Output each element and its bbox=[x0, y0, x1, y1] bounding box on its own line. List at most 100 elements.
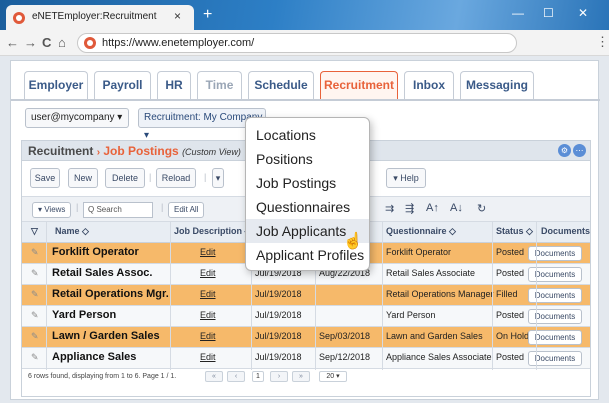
tab-messaging[interactable]: Messaging bbox=[460, 71, 534, 99]
job-name: Retail Operations Mgr. bbox=[52, 288, 169, 300]
settings-icon[interactable]: ⚙ bbox=[558, 144, 571, 157]
filter-icon[interactable]: ▽ bbox=[31, 226, 38, 237]
edit-row-icon[interactable]: ✎ bbox=[31, 247, 39, 258]
tab-employer[interactable]: Employer bbox=[24, 71, 88, 99]
last-page-button: » bbox=[292, 371, 310, 382]
edit-row-icon[interactable]: ✎ bbox=[31, 310, 39, 321]
col-status[interactable]: Status ◇ bbox=[496, 226, 533, 237]
reload-button[interactable]: Reload bbox=[156, 168, 196, 188]
save-button[interactable]: Save bbox=[30, 168, 60, 188]
post-date: Jul/19/2018 bbox=[255, 331, 302, 341]
browser-toolbar: ← → C ⌂ https://www.enetemployer.com/ ⋮ bbox=[0, 30, 609, 56]
job-description-edit-link[interactable]: Edit bbox=[200, 310, 216, 320]
tab-payroll[interactable]: Payroll bbox=[94, 71, 151, 99]
refresh-icon[interactable]: ↻ bbox=[477, 202, 486, 215]
table-row[interactable]: ✎ Appliance Sales Edit Jul/19/2018 Sep/12/20… bbox=[22, 348, 590, 369]
column-divider bbox=[492, 222, 493, 370]
screen: eNETEmployer:Recruitment × + — ☐ ✕ ← → C… bbox=[0, 0, 609, 403]
column-divider bbox=[536, 222, 537, 370]
edit-row-icon[interactable]: ✎ bbox=[31, 289, 39, 300]
status-text: Posted bbox=[496, 247, 525, 257]
menu-item-questionnaires[interactable]: Questionnaires bbox=[246, 195, 369, 219]
edit-row-icon[interactable]: ✎ bbox=[31, 352, 39, 363]
job-description-edit-link[interactable]: Edit bbox=[200, 289, 216, 299]
column-divider bbox=[170, 222, 171, 370]
tab-time: Time bbox=[197, 71, 242, 99]
back-icon[interactable]: ← bbox=[6, 35, 19, 50]
page-size-select[interactable]: 20 ▾ bbox=[319, 371, 347, 382]
menu-item-locations[interactable]: Locations bbox=[246, 123, 369, 147]
align-left-icon[interactable]: ⇉ bbox=[385, 202, 394, 215]
table-row[interactable]: ✎ Yard Person Edit Jul/19/2018 Yard Person Po… bbox=[22, 306, 590, 327]
job-name: Yard Person bbox=[52, 309, 117, 321]
table-row[interactable]: ✎ Lawn / Garden Sales Edit Jul/19/2018 Sep/0… bbox=[22, 327, 590, 348]
toolbar-divider: | bbox=[76, 202, 79, 212]
tab-inbox[interactable]: Inbox bbox=[404, 71, 454, 99]
table-row[interactable]: ✎ Retail Operations Mgr. Edit Jul/19/2018 Re… bbox=[22, 285, 590, 306]
view-label: (Custom View) bbox=[182, 147, 241, 157]
delete-button[interactable]: Delete bbox=[105, 168, 145, 188]
status-text: On Hold bbox=[496, 331, 530, 341]
col-name[interactable]: Name ◇ bbox=[55, 226, 89, 237]
breadcrumb-separator: › bbox=[96, 147, 101, 158]
tab-recruitment[interactable]: Recruitment bbox=[320, 71, 398, 99]
questionnaire-name: Lawn and Garden Sales bbox=[386, 331, 483, 341]
next-page-button: › bbox=[270, 371, 288, 382]
close-button[interactable]: ✕ bbox=[578, 6, 588, 20]
edit-row-icon[interactable]: ✎ bbox=[31, 268, 39, 279]
edit-row-icon[interactable]: ✎ bbox=[31, 331, 39, 342]
tab-schedule[interactable]: Schedule bbox=[248, 71, 314, 99]
tab-close-icon[interactable]: × bbox=[174, 9, 181, 23]
tab-hr[interactable]: HR bbox=[157, 71, 191, 99]
job-description-edit-link[interactable]: Edit bbox=[200, 331, 216, 341]
close-date: Sep/12/2018 bbox=[319, 352, 371, 362]
help-button[interactable]: ▾ Help bbox=[386, 168, 426, 188]
job-description-edit-link[interactable]: Edit bbox=[200, 352, 216, 362]
search-input[interactable]: Q Search bbox=[83, 202, 153, 218]
font-decrease-icon[interactable]: A↓ bbox=[450, 202, 463, 214]
browser-menu-icon[interactable]: ⋮ bbox=[596, 34, 609, 50]
reload-icon[interactable]: C bbox=[42, 35, 51, 50]
post-date: Jul/19/2018 bbox=[255, 289, 302, 299]
home-icon[interactable]: ⌂ bbox=[58, 35, 66, 50]
col-documents: Documents bbox=[541, 226, 591, 236]
toolbar-divider: | bbox=[149, 172, 152, 182]
more-icon[interactable]: ⋯ bbox=[573, 144, 586, 157]
font-increase-icon[interactable]: A↑ bbox=[426, 202, 439, 214]
tab-title: eNETEmployer:Recruitment bbox=[32, 11, 157, 22]
status-text: Posted bbox=[496, 268, 525, 278]
questionnaire-name: Retail Sales Associate bbox=[386, 268, 476, 278]
questionnaire-name: Forklift Operator bbox=[386, 247, 452, 257]
status-text: Posted bbox=[496, 352, 525, 362]
align-right-icon[interactable]: ⇶ bbox=[405, 202, 414, 215]
hand-cursor-icon: ☝ bbox=[343, 233, 363, 250]
menu-item-job-postings[interactable]: Job Postings bbox=[246, 171, 369, 195]
panel-title: Recuitment › Job Postings (Custom View) bbox=[28, 144, 241, 158]
forward-icon[interactable]: → bbox=[24, 35, 37, 50]
menu-item-positions[interactable]: Positions bbox=[246, 147, 369, 171]
job-description-edit-link[interactable]: Edit bbox=[200, 268, 216, 278]
new-button[interactable]: New bbox=[68, 168, 98, 188]
views-button[interactable]: ▾ Views bbox=[32, 202, 72, 218]
edit-all-button[interactable]: Edit All bbox=[168, 202, 205, 218]
breadcrumb-root[interactable]: Recuitment bbox=[28, 144, 93, 158]
more-actions-button[interactable]: ▾ bbox=[212, 168, 224, 188]
status-text: Filled bbox=[496, 289, 518, 299]
address-bar[interactable]: https://www.enetemployer.com/ bbox=[77, 33, 517, 53]
user-dropdown[interactable]: user@mycompany ▾ bbox=[25, 108, 129, 128]
col-questionnaire[interactable]: Questionnaire ◇ bbox=[386, 226, 456, 237]
job-description-edit-link[interactable]: Edit bbox=[200, 247, 216, 257]
browser-tab[interactable]: eNETEmployer:Recruitment × bbox=[6, 5, 194, 30]
minimize-button[interactable]: — bbox=[512, 6, 524, 20]
questionnaire-name: Appliance Sales Associate bbox=[386, 352, 492, 362]
job-name: Forklift Operator bbox=[52, 246, 139, 258]
prev-page-button: ‹ bbox=[227, 371, 245, 382]
column-divider bbox=[382, 222, 383, 370]
new-tab-button[interactable]: + bbox=[203, 6, 212, 24]
col-job-description[interactable]: Job Description ◇ bbox=[174, 226, 251, 237]
maximize-button[interactable]: ☐ bbox=[543, 6, 554, 20]
questionnaire-name: Retail Operations Manager bbox=[386, 289, 494, 299]
current-page[interactable]: 1 bbox=[252, 371, 264, 382]
first-page-button: « bbox=[205, 371, 223, 382]
row-count-text: 6 rows found, displaying from 1 to 6. Pa… bbox=[28, 373, 177, 380]
